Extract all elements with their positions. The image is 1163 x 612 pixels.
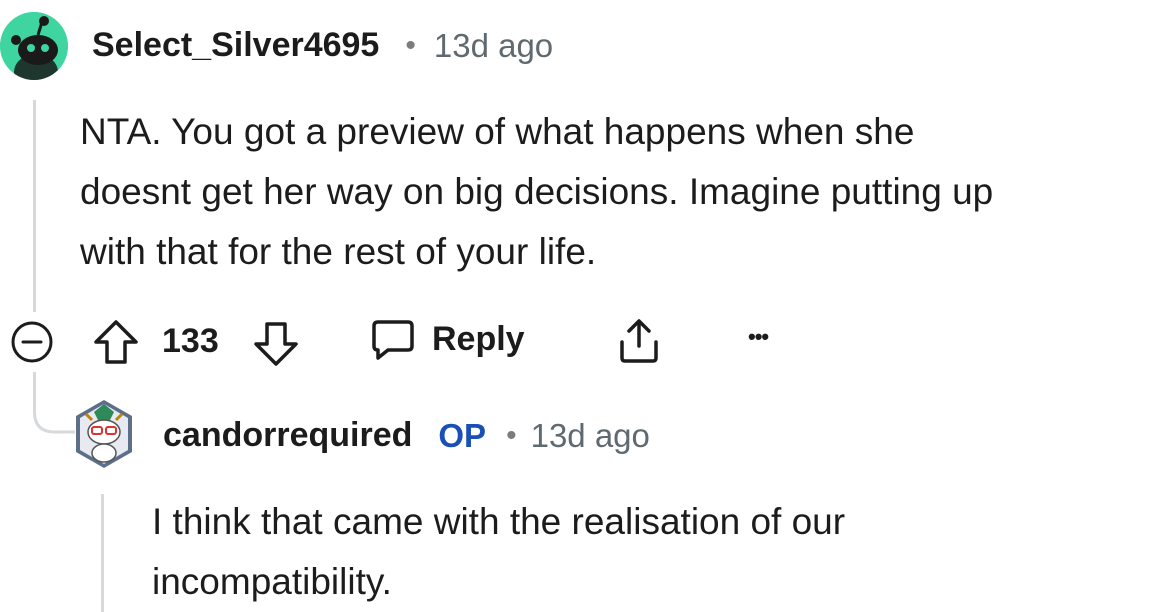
collapse-minus-icon[interactable] <box>10 320 54 364</box>
reply-button[interactable]: Reply <box>370 316 525 362</box>
custom-avatar-icon <box>76 400 132 468</box>
reply-timestamp: 13d ago <box>530 416 650 454</box>
comment-header: Select_Silver4695 • 13d ago <box>92 26 553 65</box>
separator-dot: • <box>405 28 416 62</box>
avatar[interactable] <box>0 12 68 80</box>
more-options-button[interactable]: ••• <box>748 324 769 350</box>
thread-line-reply <box>101 494 104 612</box>
reply-body: I think that came with the realisation o… <box>152 492 845 612</box>
comment-timestamp: 13d ago <box>433 26 554 64</box>
separator-dot: • <box>506 418 517 452</box>
upvote-arrow-icon[interactable] <box>92 318 140 366</box>
avatar[interactable] <box>72 398 136 470</box>
snoo-avatar-icon <box>0 12 68 80</box>
comment-line: with that for the rest of your life. <box>80 231 597 272</box>
share-icon[interactable] <box>614 316 664 366</box>
reply-line: I think that came with the realisation o… <box>152 501 846 542</box>
thread-curve <box>33 400 75 434</box>
comment-line: doesnt get her way on big decisions. Ima… <box>80 171 994 212</box>
comment-line: NTA. You got a preview of what happens w… <box>80 111 915 152</box>
vote-score: 133 <box>162 322 219 360</box>
comment-actions: 133 Reply ••• <box>0 314 1163 370</box>
reply-label: Reply <box>432 319 525 358</box>
reply-bubble-icon <box>372 320 414 360</box>
reply-author[interactable]: candorrequired <box>163 416 412 455</box>
op-badge: OP <box>438 416 487 454</box>
downvote-arrow-icon[interactable] <box>252 320 300 368</box>
comment-body: NTA. You got a preview of what happens w… <box>80 102 993 282</box>
comment-author[interactable]: Select_Silver4695 <box>92 26 379 65</box>
reply-line: incompatibility. <box>152 561 392 602</box>
reply-header: candorrequired OP • 13d ago <box>163 416 650 455</box>
thread-line-main <box>33 100 36 312</box>
